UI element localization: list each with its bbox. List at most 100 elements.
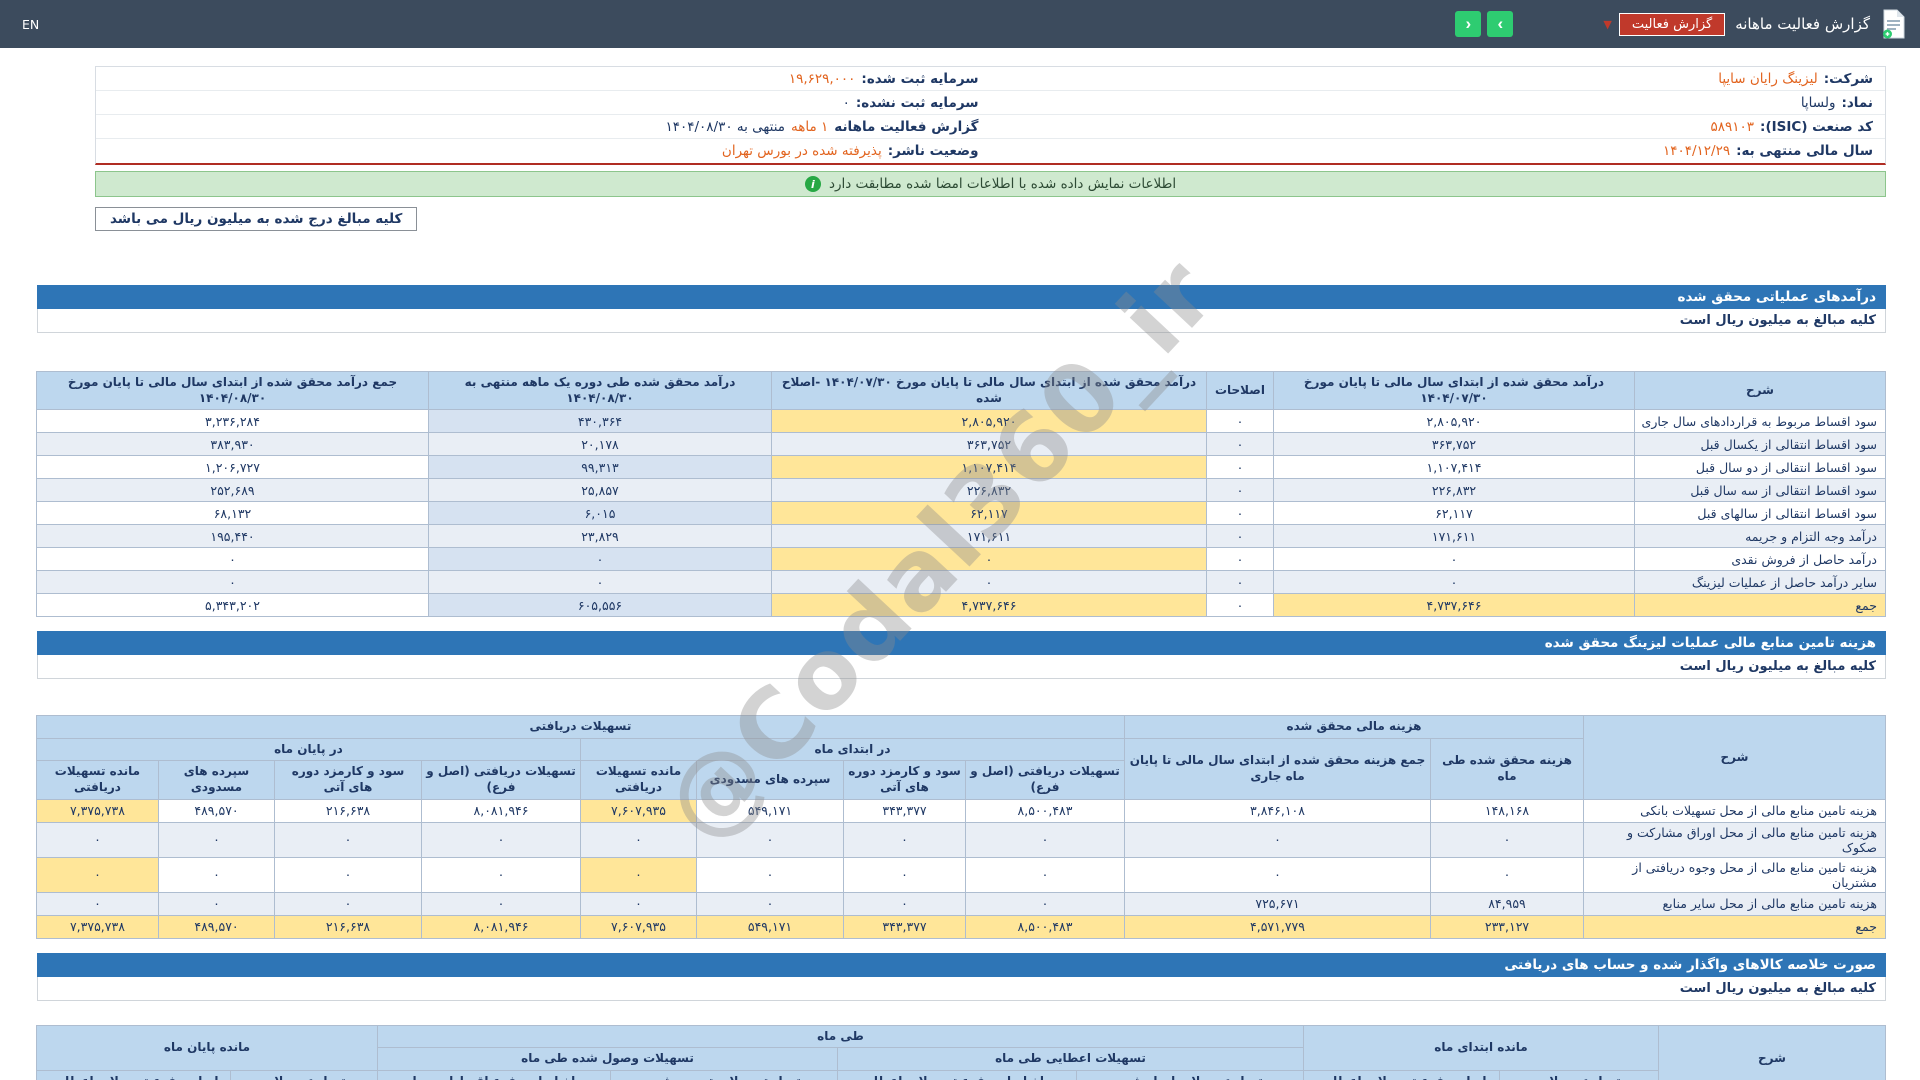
- cell: ۰: [843, 856, 966, 893]
- registered-capital-value: ۱۹,۶۲۹,۰۰۰: [788, 70, 856, 87]
- row-label: هزینه تامین منابع مالی از محل سایر منابع: [1583, 891, 1886, 916]
- cell: ۴۸۹,۵۷۰: [158, 798, 275, 823]
- top-bar: گزارش فعالیت ماهانه گزارش فعالیت ▼ › ‹ E…: [0, 0, 1920, 48]
- finance-cost-section: هزینه تامین منابع مالی عملیات لیزینگ محق…: [35, 631, 1886, 939]
- column-header: اصل و فرع تسهیلات اعطایی: [35, 1069, 231, 1080]
- header-row: تعداد تسهیلاتاصل و فرع تسهیلات اعطاییتعد…: [35, 1069, 1885, 1080]
- cell: ۰: [274, 891, 422, 916]
- cell: ۷,۳۷۵,۷۳۸: [35, 798, 160, 823]
- registered-capital: سرمایه ثبت شده: ۱۹,۶۲۹,۰۰۰: [96, 69, 991, 89]
- table-row: هزینه تامین منابع مالی از محل اوراق مشار…: [35, 821, 1886, 858]
- cell: ۲۰,۱۷۸: [428, 432, 772, 457]
- cell: ۲,۸۰۵,۹۲۰: [1273, 409, 1635, 434]
- cell: ۵۴۹,۱۷۱: [696, 798, 844, 823]
- info-row: نماد: ولساپا سرمایه ثبت نشده: ۰: [96, 91, 1885, 115]
- column-header: درآمد محقق شده از ابتدای سال مالی تا پای…: [1273, 370, 1635, 411]
- info-icon: i: [804, 176, 821, 192]
- unregistered-capital-label: سرمایه ثبت نشده:: [855, 94, 979, 111]
- column-header: شرح: [1634, 370, 1886, 411]
- cell: ۰: [1206, 547, 1274, 572]
- revenue-section-header: درآمدهای عملیاتی محقق شده: [37, 285, 1886, 309]
- revenue-table: شرح درآمد محقق شده از ابتدای سال مالی تا …: [36, 370, 1886, 618]
- column-header: مانده ابتدای ماه: [1303, 1024, 1659, 1071]
- column-header: هزینه مالی محقق شده: [1124, 715, 1584, 739]
- header-row: شرح مانده ابتدای ماه طی ماه مانده پایان ماه: [35, 1024, 1886, 1080]
- amounts-note-box: کلیه مبالغ درج شده به میلیون ریال می باش…: [95, 207, 418, 231]
- column-header: مبلغ اصل و فرع اقساط وصولی: [376, 1069, 612, 1080]
- row-label: سایر درآمد حاصل از عملیات لیزینگ: [1634, 570, 1886, 595]
- column-header: جمع هزینه محقق شده از ابتدای سال مالی تا…: [1124, 737, 1431, 800]
- column-header: درآمد محقق شده از ابتدای سال مالی تا پای…: [771, 370, 1207, 411]
- column-header: در ابتدای ماه: [580, 737, 1125, 762]
- goods-summary-table: شرح مانده ابتدای ماه طی ماه مانده پایان ماه…: [35, 1024, 1886, 1080]
- language-toggle[interactable]: EN: [14, 17, 47, 32]
- column-header: سود و کارمزد دوره های آتی: [843, 760, 966, 800]
- column-header: تسهیلات دریافتی (اصل و فرع): [421, 760, 581, 800]
- cell: ۳۴۳,۳۷۷: [843, 798, 966, 823]
- cell: ۱,۲۰۶,۷۲۷: [36, 455, 429, 480]
- cell: ۵,۳۴۳,۲۰۲: [36, 593, 429, 618]
- issuer-status-label: وضعیت ناشر:: [887, 143, 979, 159]
- row-label: درآمد وجه التزام و جریمه: [1634, 524, 1886, 549]
- report-period-suffix: منتهی به ۱۴۰۴/۰۸/۳۰: [665, 118, 786, 135]
- chevron-right-icon: ›: [1497, 14, 1504, 33]
- isic-code: کد صنعت (ISIC): ۵۸۹۱۰۳: [991, 117, 1886, 137]
- nav-forward-button[interactable]: ›: [1487, 11, 1514, 37]
- cell: ۱,۱۰۷,۴۱۴: [1273, 455, 1635, 480]
- cell: ۰: [35, 891, 160, 916]
- cell: ۰: [421, 856, 581, 893]
- cell: ۰: [843, 821, 966, 858]
- cell: ۴,۵۷۱,۷۷۹: [1124, 914, 1431, 939]
- cell: ۴,۷۳۷,۶۴۶: [1273, 593, 1635, 618]
- cell: ۲۳,۸۲۹: [428, 524, 772, 549]
- company-info: شرکت: لیزینگ رایان سایپا سرمایه ثبت شده:…: [95, 66, 1886, 165]
- cell: ۳۴۳,۳۷۷: [843, 914, 966, 939]
- row-label: سود اقساط انتقالی از یکسال قبل: [1634, 432, 1886, 457]
- cell: ۷۲۵,۶۷۱: [1124, 891, 1431, 916]
- report-period: گزارش فعالیت ماهانه ۱ ماهه منتهی به ۱۴۰۴…: [96, 117, 991, 137]
- cell: ۰: [1206, 432, 1274, 457]
- report-document-icon[interactable]: [1880, 9, 1906, 39]
- cell: ۰: [771, 570, 1207, 595]
- cell: ۸,۰۸۱,۹۴۶: [421, 798, 581, 823]
- signed-info-banner: اطلاعات نمایش داده شده با اطلاعات امضا ش…: [95, 171, 1886, 197]
- cell: ۰: [580, 856, 697, 893]
- column-header: تسهیلات دریافتی (اصل و فرع): [965, 760, 1125, 800]
- cell: ۰: [421, 891, 581, 916]
- issuer-status: وضعیت ناشر: پذیرفته شده در بورس تهران: [96, 141, 991, 161]
- cell: ۰: [1206, 524, 1274, 549]
- row-label: سود اقساط مربوط به قراردادهای سال جاری: [1634, 409, 1886, 434]
- cell: ۱۴۸,۱۶۸: [1430, 798, 1584, 823]
- column-header: در پایان ماه: [35, 737, 582, 762]
- report-type-dropdown[interactable]: گزارش فعالیت ▼: [1603, 12, 1726, 36]
- row-label: جمع: [1634, 593, 1886, 618]
- cell: ۰: [36, 547, 429, 572]
- cell: ۰: [580, 891, 697, 916]
- info-row: کد صنعت (ISIC): ۵۸۹۱۰۳ گزارش فعالیت ماها…: [96, 115, 1885, 139]
- cell: ۰: [1124, 821, 1431, 858]
- cell: ۳۶۳,۷۵۲: [1273, 432, 1635, 457]
- fiscal-year-end: سال مالی منتهی به: ۱۴۰۴/۱۲/۲۹: [991, 141, 1886, 161]
- column-header: جمع درآمد محقق شده از ابتدای سال مالی تا…: [36, 370, 429, 411]
- company-name: شرکت: لیزینگ رایان سایپا: [991, 69, 1886, 89]
- cell: ۸,۰۸۱,۹۴۶: [421, 914, 581, 939]
- info-row: سال مالی منتهی به: ۱۴۰۴/۱۲/۲۹ وضعیت ناشر…: [96, 139, 1885, 163]
- cell: ۰: [1206, 409, 1274, 434]
- isic-code-value: ۵۸۹۱۰۳: [1710, 118, 1755, 135]
- column-header: مانده تسهیلات دریافتی: [580, 760, 697, 800]
- goods-summary-section-header: صورت خلاصه کالاهای واگذار شده و حساب های…: [37, 952, 1886, 977]
- table-row: درآمد حاصل از فروش نقدی ۰ ۰ ۰ ۰ ۰: [36, 547, 1886, 572]
- cell: ۰: [771, 547, 1207, 572]
- report-period-label: گزارش فعالیت ماهانه: [834, 118, 979, 135]
- table-row: سود اقساط انتقالی از دو سال قبل ۱,۱۰۷,۴۱۴…: [36, 455, 1886, 480]
- table-row: درآمد وجه التزام و جریمه ۱۷۱,۶۱۱ ۰ ۱۷۱,۶۱۱ ۲…: [36, 524, 1886, 549]
- column-header: سپرده های مسدودی: [696, 760, 844, 800]
- cell: ۷,۶۰۷,۹۳۵: [580, 914, 697, 939]
- ticker-symbol: نماد: ولساپا: [991, 93, 1886, 113]
- column-header: مانده پایان ماه: [35, 1024, 378, 1071]
- revenue-section: درآمدهای عملیاتی محقق شده کلیه مبالغ به …: [36, 285, 1886, 618]
- report-navigation: › ‹: [1455, 11, 1514, 37]
- column-header: سود و کارمزد دوره های آتی: [274, 760, 422, 800]
- table-row: هزینه تامین منابع مالی از محل تسهیلات با…: [35, 798, 1886, 823]
- nav-back-button[interactable]: ‹: [1455, 11, 1482, 37]
